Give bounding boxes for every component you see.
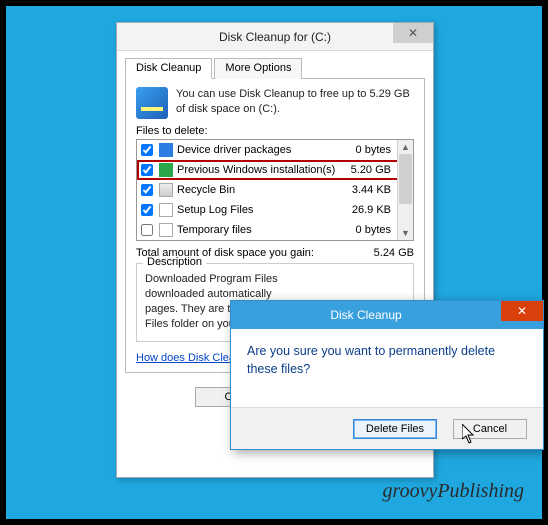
scroll-down-icon[interactable]: ▼ [398,226,413,240]
confirm-dialog: Disk Cleanup ✕ Are you sure you want to … [230,300,544,450]
window-title: Disk Cleanup for (C:) [117,30,433,44]
intro-text: You can use Disk Cleanup to free up to 5… [176,87,414,119]
item-size: 5.20 GB [340,164,395,176]
disk-cleanup-icon [136,87,168,119]
file-icon [159,143,173,157]
item-size: 26.9 KB [340,204,395,216]
item-checkbox[interactable] [141,184,153,196]
tab-disk-cleanup[interactable]: Disk Cleanup [125,58,212,79]
file-icon [159,183,173,197]
item-name: Previous Windows installation(s) [177,164,336,176]
confirm-cancel-button[interactable]: Cancel [453,419,527,439]
item-checkbox[interactable] [141,204,153,216]
scroll-thumb[interactable] [399,154,412,204]
file-icon [159,223,173,237]
list-item[interactable]: Device driver packages 0 bytes [137,140,413,160]
total-value: 5.24 GB [374,247,414,259]
files-to-delete-label: Files to delete: [136,125,414,137]
confirm-message: Are you sure you want to permanently del… [231,329,543,407]
item-size: 0 bytes [340,224,395,236]
list-item[interactable]: Previous Windows installation(s) 5.20 GB [137,160,413,180]
desktop-background: Disk Cleanup for (C:) ✕ Disk Cleanup Mor… [6,6,542,519]
titlebar[interactable]: Disk Cleanup for (C:) ✕ [117,23,433,51]
item-name: Temporary files [177,224,336,236]
item-name: Device driver packages [177,144,336,156]
confirm-title: Disk Cleanup [231,308,501,322]
list-item[interactable]: Recycle Bin 3.44 KB [137,180,413,200]
tab-bar: Disk Cleanup More Options [125,57,425,79]
scroll-up-icon[interactable]: ▲ [398,140,413,154]
description-legend: Description [143,256,206,268]
confirm-titlebar[interactable]: Disk Cleanup ✕ [231,301,543,329]
file-icon [159,163,173,177]
item-checkbox[interactable] [141,224,153,236]
item-checkbox[interactable] [141,164,153,176]
item-size: 0 bytes [340,144,395,156]
confirm-buttons: Delete Files Cancel [231,407,543,449]
item-name: Setup Log Files [177,204,336,216]
scrollbar[interactable]: ▲ ▼ [397,140,413,240]
item-checkbox[interactable] [141,144,153,156]
watermark: groovyPublishing [383,480,524,503]
close-icon[interactable]: ✕ [393,23,433,43]
item-name: Recycle Bin [177,184,336,196]
list-item[interactable]: Setup Log Files 26.9 KB [137,200,413,220]
tab-more-options[interactable]: More Options [214,58,302,79]
file-icon [159,203,173,217]
list-item[interactable]: Temporary files 0 bytes [137,220,413,240]
item-size: 3.44 KB [340,184,395,196]
delete-files-button[interactable]: Delete Files [353,419,437,439]
file-list: Device driver packages 0 bytes Previous Wi… [136,139,414,241]
close-icon[interactable]: ✕ [501,301,543,321]
